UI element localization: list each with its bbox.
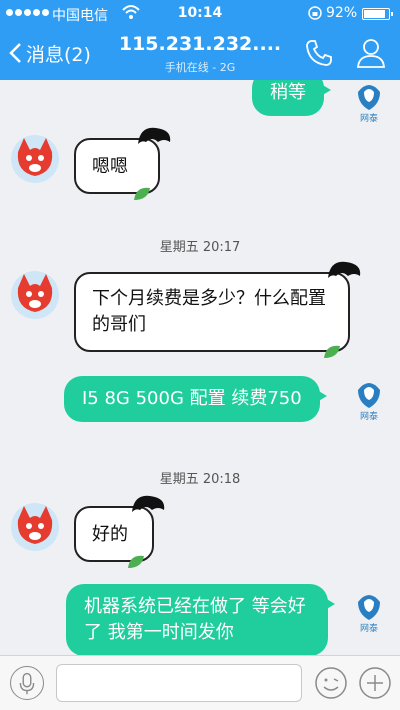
input-bar (0, 655, 400, 710)
message-bubble-outgoing[interactable]: 机器系统已经在做了 等会好了 我第一时间发你 (66, 584, 335, 655)
message-text: 好的 (92, 524, 128, 545)
contact-profile-icon[interactable] (356, 37, 386, 69)
back-button-label: 消息(2) (26, 43, 91, 66)
message-bubble-incoming[interactable]: 嗯嗯 (74, 127, 171, 200)
leaf-decoration-icon (324, 345, 340, 358)
contact-title: 115.231.232.... (118, 33, 282, 55)
bubble-decoration-icon (328, 261, 361, 278)
phone-call-icon[interactable] (304, 38, 334, 68)
brand-avatar-icon[interactable]: 网泰 (342, 584, 396, 638)
message-input[interactable] (56, 664, 302, 702)
status-bar: 中国电信 10:14 92% (0, 0, 400, 28)
plus-icon[interactable] (358, 666, 392, 700)
message-text: 嗯嗯 (92, 156, 128, 177)
nav-bar: 消息(2) 115.231.232.... 手机在线 - 2G (0, 28, 400, 80)
battery-percent: 92% (326, 5, 358, 21)
brand-logo-text: 网泰 (360, 410, 378, 422)
chat-area[interactable]: 稍等 网泰 嗯嗯 星期五 20:17 下个月续费是多少？什么配置的哥们 I5 8… (0, 80, 400, 655)
bubble-decoration-icon (138, 127, 171, 144)
microphone-icon[interactable] (10, 666, 44, 700)
chevron-left-icon (9, 43, 21, 63)
brand-logo-text: 网泰 (360, 622, 378, 634)
bubble-decoration-icon (132, 495, 165, 512)
contact-avatar-icon[interactable] (8, 268, 62, 322)
timestamp: 星期五 20:17 (159, 240, 241, 255)
battery-icon (362, 8, 393, 20)
leaf-decoration-icon (134, 187, 150, 200)
brand-logo-text: 网泰 (360, 112, 378, 124)
brand-avatar-icon[interactable]: 网泰 (342, 372, 396, 426)
back-button[interactable]: 消息(2) (8, 36, 91, 70)
contact-avatar-icon[interactable] (8, 132, 62, 186)
message-text: 下个月续费是多少？什么配置的哥们 (92, 288, 326, 335)
contact-avatar-icon[interactable] (8, 500, 62, 554)
message-bubble-incoming[interactable]: 下个月续费是多少？什么配置的哥们 (74, 261, 361, 358)
contact-status: 手机在线 - 2G (164, 61, 236, 74)
brand-avatar-icon[interactable]: 网泰 (342, 80, 396, 128)
leaf-decoration-icon (128, 555, 144, 568)
orientation-lock-icon (308, 6, 322, 20)
emoji-icon[interactable] (314, 666, 348, 700)
timestamp: 星期五 20:18 (159, 472, 241, 487)
message-bubble-outgoing[interactable]: I5 8G 500G 配置 续费750 (64, 376, 327, 422)
message-bubble-outgoing[interactable]: 稍等 (252, 80, 331, 116)
message-bubble-incoming[interactable]: 好的 (74, 495, 165, 568)
